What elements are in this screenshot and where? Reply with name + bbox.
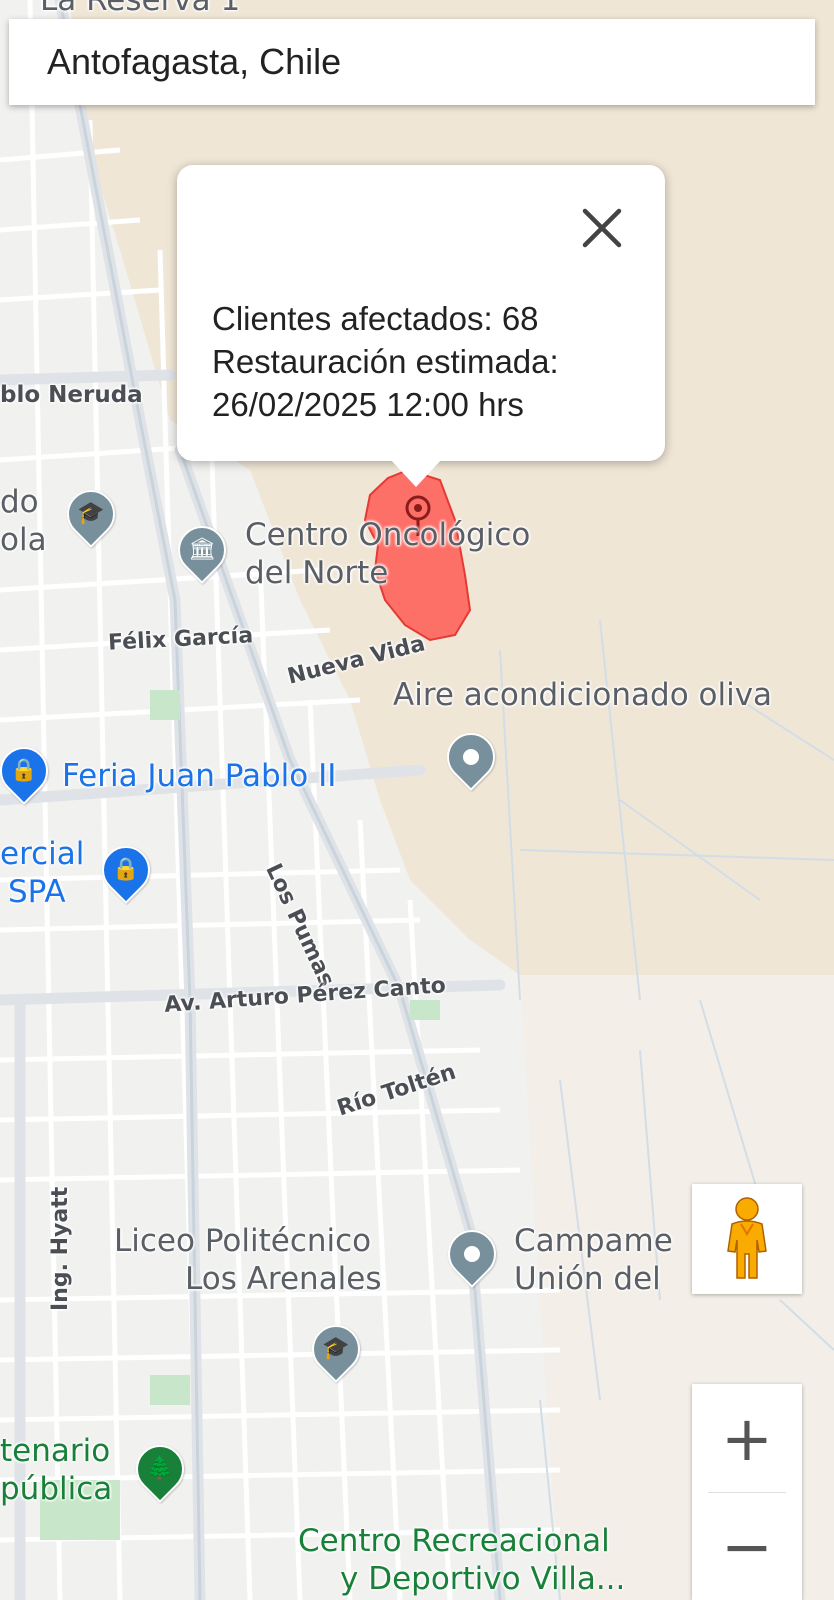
map-label-deportivo-villa: y Deportivo Villa... [340,1561,626,1597]
map-label-colegio-1: do [0,484,39,520]
map-label-ing-hyatt: Ing. Hyatt [48,1186,73,1311]
affected-clients-text: Clientes afectados: 68 [212,300,539,337]
map-label-aire-acondicionado: Aire acondicionado oliva [393,677,773,713]
map-label-pablo-neruda: blo Neruda [0,382,143,408]
map-label-comercial: ercial [0,836,85,872]
map-label-los-arenales: Los Arenales [185,1261,382,1297]
outage-info-window: Clientes afectados: 68 Restauración esti… [177,165,665,461]
search-value: Antofagasta, Chile [47,41,342,82]
map-label-campamento: Campame [514,1223,673,1259]
map-label-spa: SPA [8,874,66,910]
map-label-centro-recreacional: Centro Recreacional [298,1523,610,1559]
map-label-feria: Feria Juan Pablo II [62,758,337,794]
popup-pointer [390,459,442,487]
street-view-button[interactable] [692,1184,802,1294]
map-label-publica: pública [0,1471,113,1507]
close-icon[interactable] [577,203,627,253]
restoration-label: Restauración estimada: [212,343,559,380]
map-label-liceo: Liceo Politécnico [114,1223,372,1259]
zoom-controls: + − [692,1384,802,1600]
map-label-centro-oncologico: Centro Oncológico [245,517,531,553]
map-label-colegio-2: ola [0,522,47,558]
zoom-out-button[interactable]: − [692,1492,802,1600]
map-label-union-del: Unión del [514,1261,661,1297]
map-label-centenario: tenario [0,1433,111,1469]
pegman-icon [727,1197,767,1279]
restoration-datetime: 26/02/2025 12:00 hrs [212,386,524,423]
zoom-in-button[interactable]: + [692,1384,802,1492]
map-label-del-norte: del Norte [245,555,389,591]
location-search-box[interactable]: Antofagasta, Chile [9,19,815,105]
map-label-la-reserva: La Reserva 1 [40,0,241,18]
